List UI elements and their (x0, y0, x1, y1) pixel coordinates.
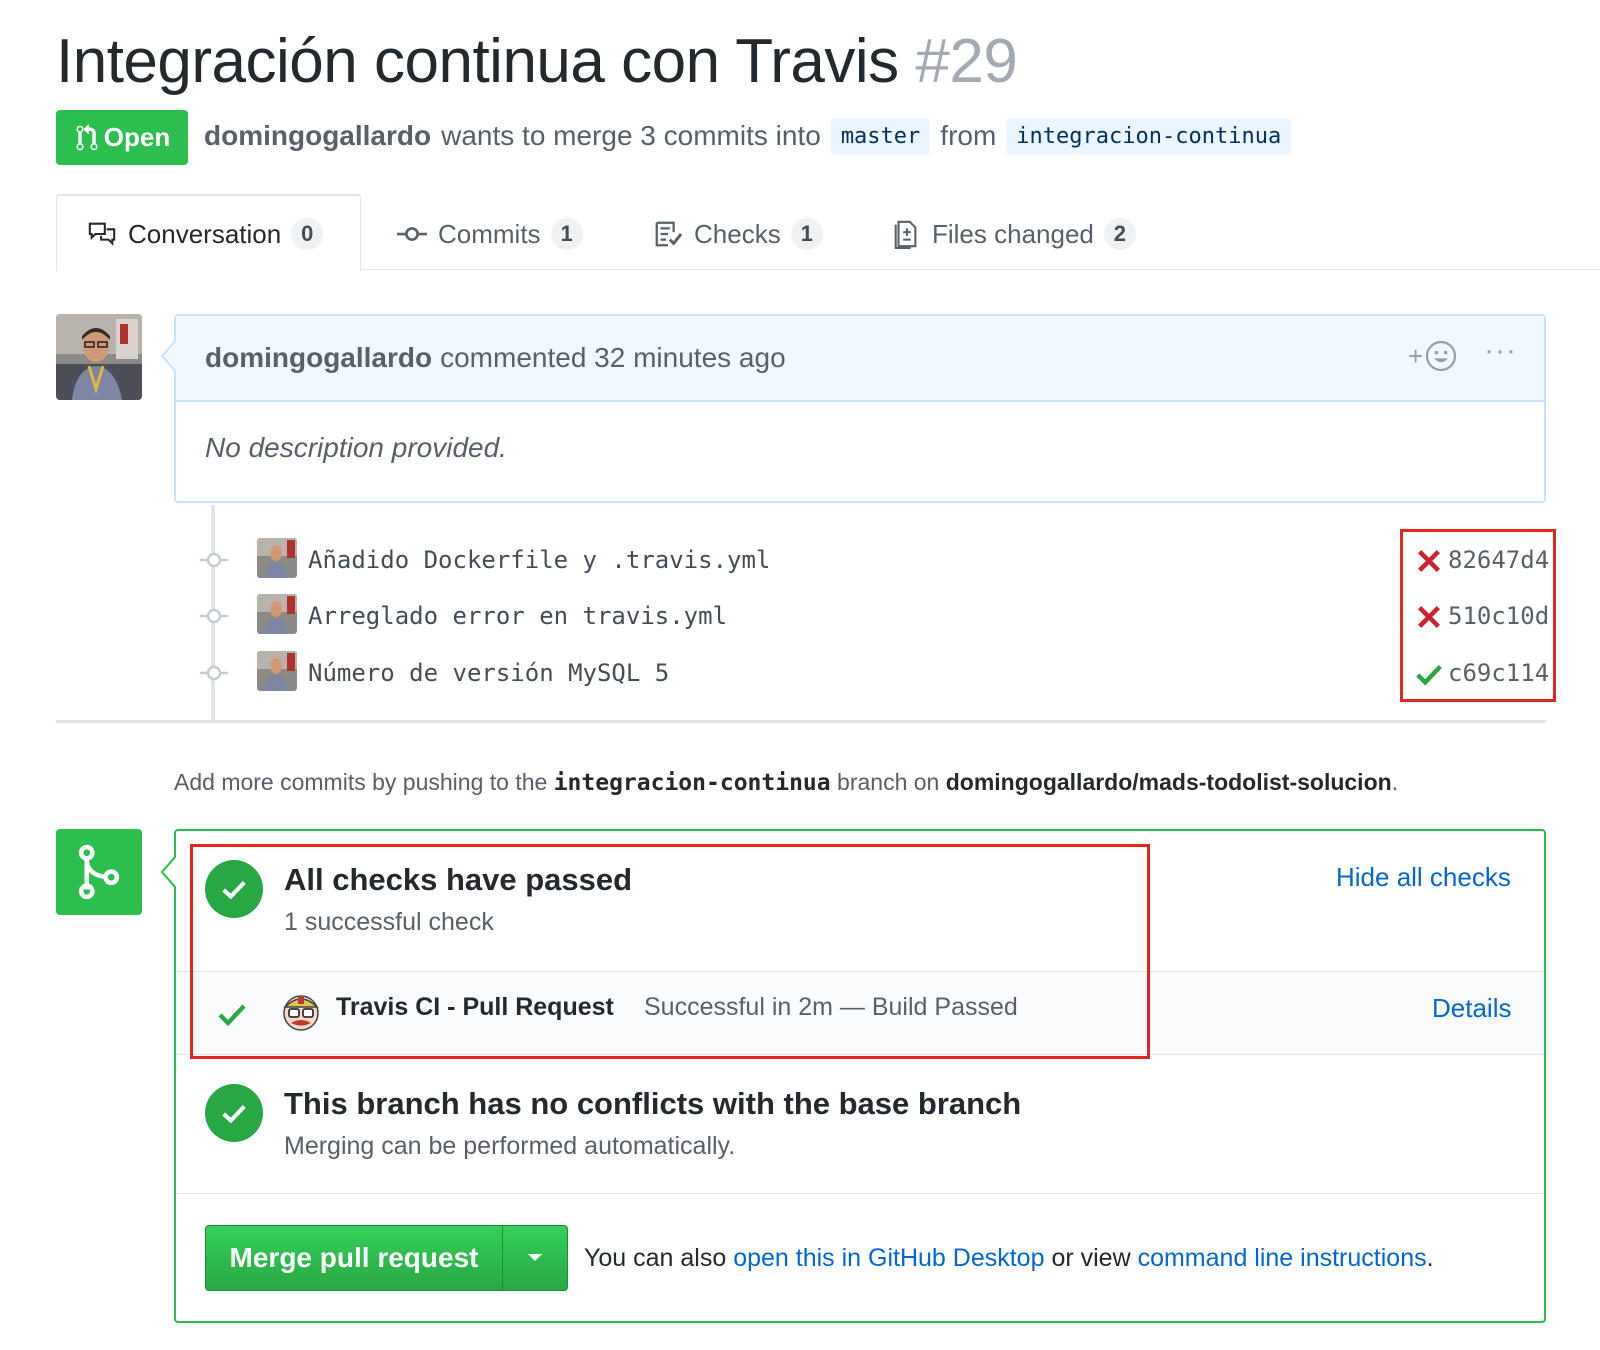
annotation-highlight-box (190, 844, 1150, 1059)
commit-message-link[interactable]: Número de versión MySQL 5 (308, 655, 669, 691)
pr-number: #29 (915, 27, 1018, 96)
open-in-desktop-link[interactable]: open this in GitHub Desktop (733, 1244, 1044, 1272)
pr-author-link[interactable]: domingogallardo (204, 120, 431, 152)
tab-counter: 1 (790, 218, 823, 250)
add-more-middle: branch on (837, 769, 940, 795)
comment-title: domingogallardo commented 32 minutes ago (205, 338, 786, 378)
merge-alt-prefix: You can also (584, 1244, 727, 1272)
pr-title: Integración continua con Travis #29 (56, 22, 1018, 102)
comment-author-link[interactable]: domingogallardo (205, 342, 432, 374)
avatar-image (257, 594, 297, 634)
git-commit-icon (200, 665, 228, 681)
triangle-down-icon (528, 1254, 542, 1261)
pr-from-text: from (940, 120, 997, 151)
tab-label: Conversation (128, 218, 282, 249)
git-commit-icon (397, 227, 427, 241)
commit-author-avatar[interactable] (257, 594, 297, 634)
conflicts-title: This branch has no conflicts with the ba… (284, 1086, 1022, 1121)
git-merge-icon-badge (56, 829, 142, 915)
hide-all-checks-link[interactable]: Hide all checks (1336, 862, 1511, 893)
git-merge-icon (78, 844, 120, 900)
git-pull-request-icon (76, 123, 98, 150)
merge-divider (176, 1193, 1544, 1194)
tab-checks[interactable]: Checks 1 (652, 212, 823, 256)
add-more-commits-hint: Add more commits by pushing to the integ… (174, 764, 1398, 800)
command-line-instructions-link[interactable]: command line instructions (1138, 1244, 1427, 1272)
tab-conversation[interactable]: Conversation 0 (86, 212, 324, 256)
tab-counter: 0 (291, 218, 324, 250)
tab-label: Files changed (932, 218, 1094, 249)
pr-state-label: Open (103, 122, 171, 152)
pr-merge-text: wants to merge 3 commits into (441, 120, 821, 151)
add-reaction-button[interactable]: + (1408, 340, 1457, 372)
commit-message-link[interactable]: Añadido Dockerfile y .travis.yml (308, 542, 770, 578)
merge-alt-suffix: . (1426, 1244, 1434, 1272)
smiley-icon (1426, 340, 1457, 372)
pr-meta: domingogallardo wants to merge 3 commits… (204, 112, 1292, 160)
reaction-plus: + (1408, 340, 1424, 371)
merge-alt-middle: or view (1051, 1244, 1131, 1272)
commit-author-avatar[interactable] (257, 651, 297, 691)
head-branch[interactable]: integracion-continua (1006, 117, 1292, 155)
merge-box-pointer (160, 856, 176, 888)
add-more-repo-link[interactable]: domingogallardo/mads-todolist-solucion (946, 769, 1392, 795)
avatar-image (257, 538, 297, 578)
check-icon (222, 1105, 246, 1124)
author-avatar[interactable] (56, 314, 142, 400)
no-conflicts-icon (205, 1084, 263, 1142)
add-more-branch: integracion-continua (553, 770, 831, 796)
merge-pull-request-button[interactable]: Merge pull request (205, 1225, 503, 1291)
comment-body: No description provided. (205, 432, 507, 463)
tab-commits[interactable]: Commits 1 (396, 212, 583, 256)
tab-label: Commits (438, 218, 541, 249)
kebab-horizontal-icon: ··· (1484, 334, 1517, 367)
checklist-icon (655, 221, 683, 247)
commit-message-link[interactable]: Arreglado error en travis.yml (308, 598, 727, 634)
pr-title-text: Integración continua con Travis (56, 27, 899, 96)
tab-files-changed[interactable]: Files changed 2 (890, 212, 1136, 256)
add-more-prefix: Add more commits by pushing to the (174, 769, 548, 795)
avatar-image (56, 314, 142, 400)
comment-timestamp[interactable]: commented 32 minutes ago (440, 342, 786, 374)
annotation-highlight-box (1400, 529, 1556, 702)
merge-method-dropdown[interactable] (502, 1225, 568, 1291)
tab-counter: 2 (1103, 218, 1136, 250)
tab-label: Checks (694, 218, 781, 249)
check-details-link[interactable]: Details (1432, 993, 1511, 1024)
avatar-image (257, 651, 297, 691)
timeline-divider (56, 720, 1546, 723)
file-diff-icon (894, 220, 917, 249)
add-more-suffix: . (1391, 769, 1399, 795)
comment-pointer (160, 340, 176, 372)
git-commit-icon (200, 608, 228, 624)
pr-state-badge: Open (56, 110, 188, 165)
comment-options-button[interactable]: ··· (1484, 334, 1517, 368)
comment-discussion-icon (88, 222, 116, 246)
git-commit-icon (200, 552, 228, 568)
conflicts-subtitle: Merging can be performed automatically. (284, 1132, 736, 1160)
commit-author-avatar[interactable] (257, 538, 297, 578)
base-branch[interactable]: master (830, 117, 931, 155)
merge-alternatives: You can also open this in GitHub Desktop… (584, 1240, 1434, 1276)
tab-counter: 1 (550, 218, 583, 250)
